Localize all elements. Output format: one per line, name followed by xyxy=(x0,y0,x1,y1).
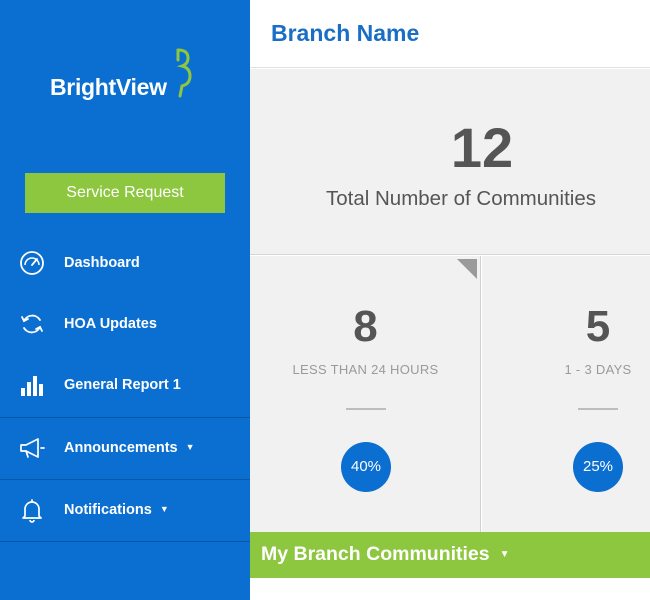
sidebar: BrightView Service Request Dashboard HOA… xyxy=(0,0,250,600)
sidebar-divider xyxy=(0,541,250,542)
sidebar-item-label: HOA Updates xyxy=(64,315,157,332)
stat-label: LESS THAN 24 HOURS xyxy=(292,362,439,377)
bar-chart-icon xyxy=(18,371,46,399)
stat-card-1-3-days: 5 1 - 3 DAYS 25% xyxy=(482,256,650,532)
bell-icon xyxy=(18,496,46,524)
stat-card-less-than-24-hours: 8 LESS THAN 24 HOURS 40% xyxy=(250,256,481,532)
brightview-logo[interactable]: BrightView xyxy=(50,48,210,100)
stat-divider xyxy=(578,408,618,410)
stat-label: 1 - 3 DAYS xyxy=(564,362,632,377)
refresh-icon xyxy=(18,310,46,338)
sidebar-item-notifications[interactable]: Notifications ▼ xyxy=(0,479,250,540)
caret-down-icon: ▼ xyxy=(499,549,510,560)
sidebar-item-hoa-updates[interactable]: HOA Updates xyxy=(0,293,250,354)
my-branch-communities-toggle[interactable]: My Branch Communities ▼ xyxy=(250,532,650,578)
service-request-button[interactable]: Service Request xyxy=(25,173,225,213)
stat-percent-badge: 40% xyxy=(341,442,391,492)
megaphone-icon xyxy=(18,434,46,462)
sidebar-item-label: Announcements ▼ xyxy=(64,439,195,456)
sidebar-item-dashboard[interactable]: Dashboard xyxy=(0,232,250,293)
total-communities-label: Total Number of Communities xyxy=(326,187,597,210)
page-title: Branch Name xyxy=(271,20,420,46)
speedometer-icon xyxy=(18,249,46,277)
caret-down-icon: ▼ xyxy=(185,441,195,452)
logo-text: BrightView xyxy=(50,74,167,100)
sidebar-item-label: Dashboard xyxy=(64,254,140,271)
page-header: Branch Name xyxy=(250,0,650,68)
sidebar-item-label: General Report 1 xyxy=(64,376,181,393)
stat-number: 8 xyxy=(353,302,378,351)
stat-divider xyxy=(346,408,386,410)
caret-down-icon: ▼ xyxy=(159,503,169,514)
total-communities-panel: 12 Total Number of Communities xyxy=(250,69,650,255)
sidebar-item-label: Notifications ▼ xyxy=(64,501,169,518)
logo-mark-icon xyxy=(176,48,192,98)
sidebar-item-general-report[interactable]: General Report 1 xyxy=(0,354,250,415)
corner-flag-icon xyxy=(457,259,477,279)
stat-percent-badge: 25% xyxy=(573,442,623,492)
communities-title: My Branch Communities ▼ xyxy=(261,543,510,565)
sidebar-item-announcements[interactable]: Announcements ▼ xyxy=(0,417,250,478)
total-communities-number: 12 xyxy=(450,116,514,179)
stat-number: 5 xyxy=(585,302,611,351)
